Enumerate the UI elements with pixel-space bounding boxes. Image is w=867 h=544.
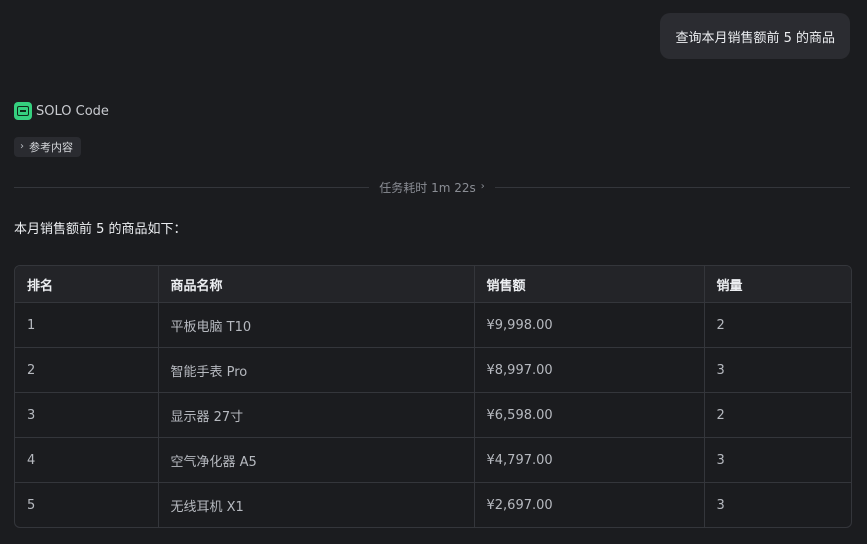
cell-product-name: 平板电脑 T10	[158, 302, 475, 348]
cell-sales-amount: ¥4,797.00	[474, 437, 705, 483]
table-header-row: 排名 商品名称 销售额 销量	[15, 266, 851, 303]
cell-product-name: 无线耳机 X1	[158, 482, 475, 527]
task-time-label: 任务耗时 1m 22s	[379, 180, 476, 195]
cell-rank: 2	[15, 347, 159, 393]
header-quantity: 销量	[704, 266, 851, 303]
task-time-toggle[interactable]: 任务耗时 1m 22s ›	[369, 179, 494, 196]
cell-quantity: 3	[704, 347, 851, 393]
cell-product-name: 空气净化器 A5	[158, 437, 475, 483]
user-message-bubble: 查询本月销售额前 5 的商品	[660, 13, 850, 59]
sales-table-container: 排名 商品名称 销售额 销量 1 平板电脑 T10 ¥9,998.00 2 2 …	[14, 265, 852, 528]
task-time-divider: 任务耗时 1m 22s ›	[14, 177, 851, 197]
table-row: 1 平板电脑 T10 ¥9,998.00 2	[15, 302, 851, 348]
chevron-right-icon: ›	[20, 141, 24, 152]
header-sales-amount: 销售额	[474, 266, 705, 303]
table-row: 3 显示器 27寸 ¥6,598.00 2	[15, 392, 851, 438]
cell-quantity: 2	[704, 392, 851, 438]
solo-code-logo-icon	[14, 102, 32, 120]
header-product-name: 商品名称	[158, 266, 475, 303]
cell-sales-amount: ¥6,598.00	[474, 392, 705, 438]
assistant-name: SOLO Code	[36, 103, 109, 119]
chevron-right-icon: ›	[480, 181, 485, 192]
cell-rank: 5	[15, 482, 159, 527]
cell-quantity: 3	[704, 437, 851, 483]
cell-product-name: 显示器 27寸	[158, 392, 475, 438]
cell-rank: 1	[15, 302, 159, 348]
cell-product-name: 智能手表 Pro	[158, 347, 475, 393]
reference-content-label: 参考内容	[29, 141, 73, 154]
table-row: 2 智能手表 Pro ¥8,997.00 3	[15, 347, 851, 393]
sales-table: 排名 商品名称 销售额 销量 1 平板电脑 T10 ¥9,998.00 2 2 …	[15, 266, 851, 527]
divider-line-left	[14, 186, 370, 188]
cell-sales-amount: ¥9,998.00	[474, 302, 705, 348]
response-intro: 本月销售额前 5 的商品如下：	[14, 222, 187, 237]
cell-sales-amount: ¥8,997.00	[474, 347, 705, 393]
reference-content-toggle[interactable]: › 参考内容	[14, 137, 81, 157]
header-rank: 排名	[15, 266, 159, 303]
cell-quantity: 3	[716, 497, 725, 513]
divider-line-right	[494, 186, 851, 188]
cell-rank: 4	[15, 437, 159, 483]
cell-quantity: 2	[704, 302, 851, 348]
table-row: 4 空气净化器 A5 ¥4,797.00 3	[15, 437, 851, 483]
cell-rank: 3	[15, 392, 159, 438]
user-message-text: 查询本月销售额前 5 的商品	[675, 30, 835, 46]
table-row: 5 无线耳机 X1 ¥2,697.00 3	[15, 482, 851, 527]
cell-sales-amount: ¥2,697.00	[474, 482, 705, 527]
assistant-header: SOLO Code	[14, 102, 109, 120]
